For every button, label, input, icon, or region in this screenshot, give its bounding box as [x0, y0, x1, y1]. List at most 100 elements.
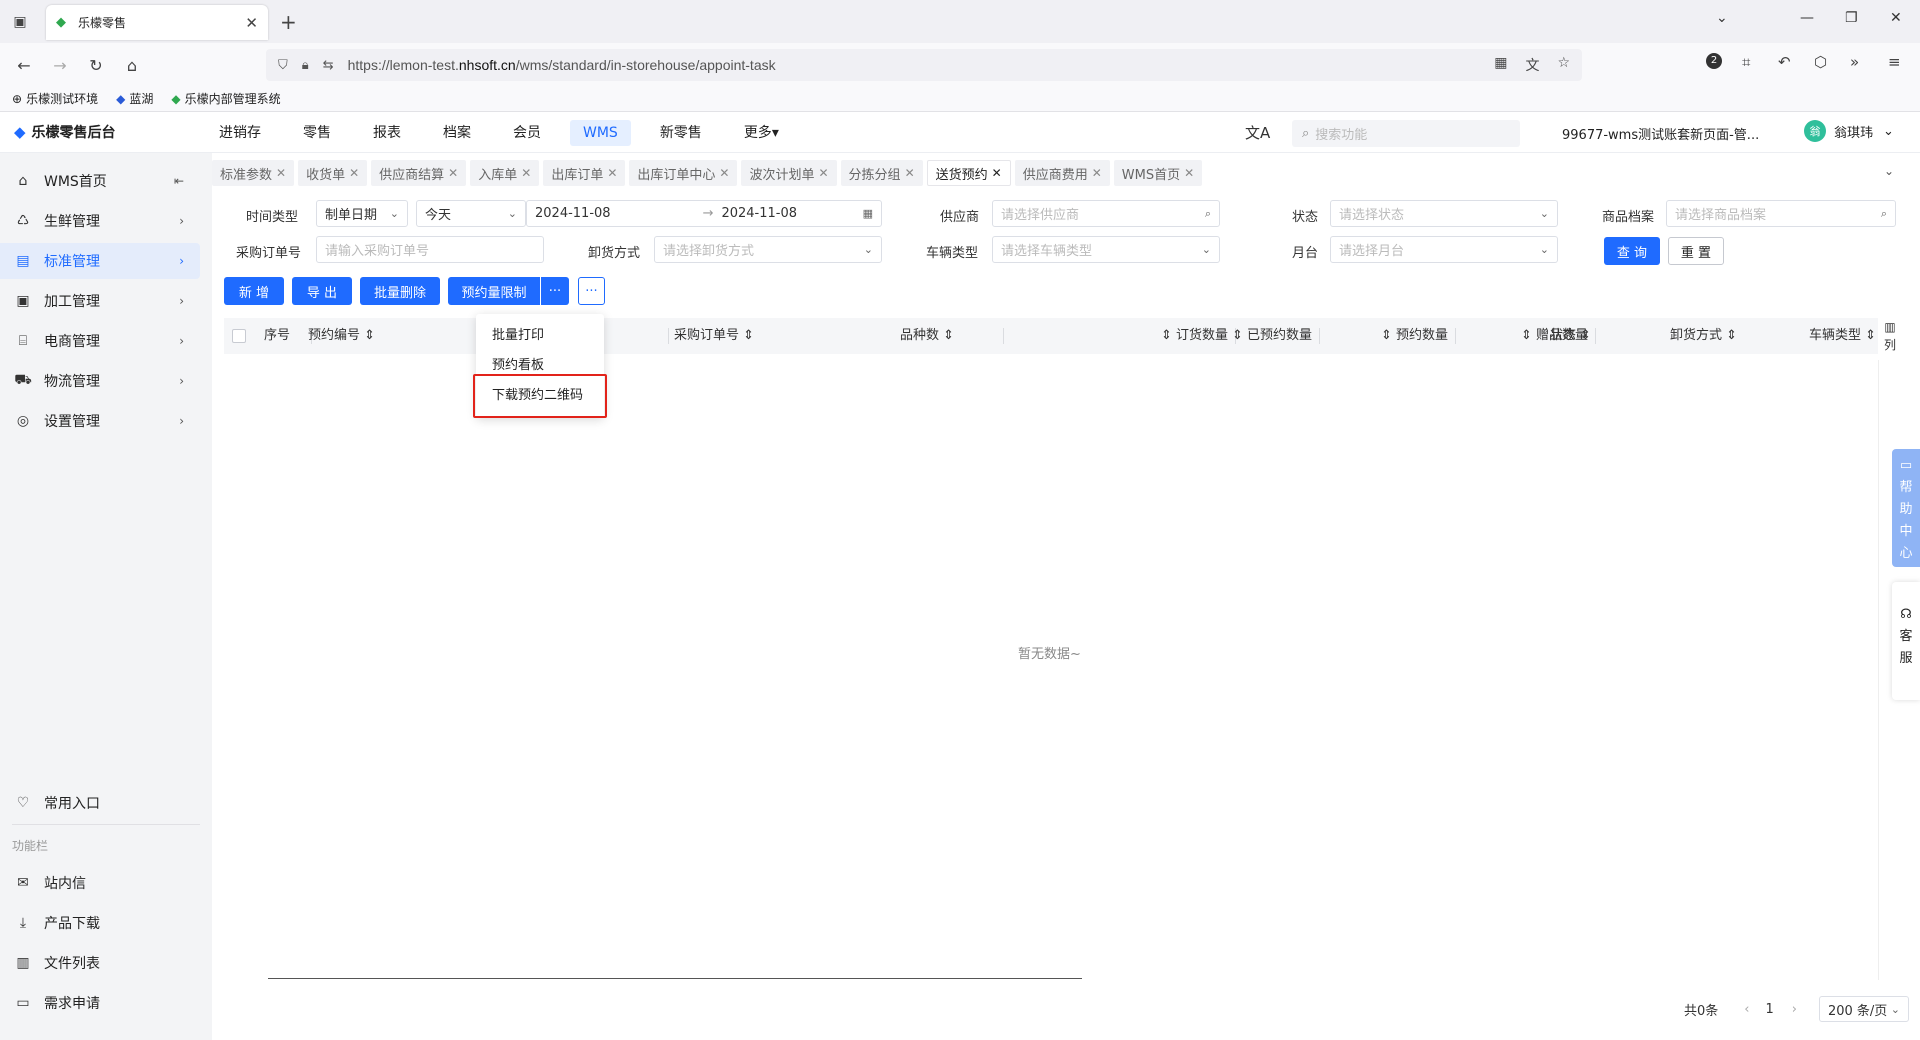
undo-icon[interactable]: ↶: [1778, 53, 1791, 71]
page-tab[interactable]: WMS首页 ✕: [1113, 160, 1203, 186]
url-bar[interactable]: ⛉ 🔒︎ ⇆ https://lemon-test.nhsoft.cn/wms/…: [266, 49, 1582, 81]
close-window-icon[interactable]: ✕: [1890, 10, 1902, 26]
page-number[interactable]: 1: [1765, 1002, 1773, 1017]
nav-item-more[interactable]: 更多▾: [731, 120, 792, 146]
browser-tab[interactable]: ◆ 乐檬零售 ✕: [46, 5, 268, 40]
col-booked-qty[interactable]: ⇕ 已预约数量: [1182, 318, 1320, 354]
query-button[interactable]: 查 询: [1604, 237, 1660, 265]
unload-select[interactable]: 请选择卸货方式 ⌄: [654, 236, 882, 263]
col-vehicle[interactable]: 车辆类型 ⇕: [1809, 318, 1889, 354]
nav-item-wms[interactable]: WMS: [570, 120, 631, 146]
menu-icon[interactable]: ≡: [1888, 53, 1901, 71]
nav-item[interactable]: 进销存: [206, 120, 274, 146]
home-button-icon[interactable]: ⌂: [120, 53, 144, 77]
close-icon[interactable]: ✕: [1092, 166, 1102, 180]
nav-item[interactable]: 档案: [430, 120, 484, 146]
sidebar-item-fresh[interactable]: ♺ 生鲜管理 ›: [0, 203, 200, 239]
menu-item-appoint-board[interactable]: 预约看板: [492, 354, 544, 373]
menu-item-batch-print[interactable]: 批量打印: [492, 324, 544, 343]
collapse-sidebar-icon[interactable]: ⇤: [174, 174, 184, 188]
close-icon[interactable]: ✕: [818, 166, 828, 180]
page-tab[interactable]: 入库单 ✕: [470, 160, 540, 186]
qr-code-icon[interactable]: ▦: [1494, 55, 1507, 75]
close-icon[interactable]: ✕: [719, 166, 729, 180]
translate-page-icon[interactable]: 文: [1525, 55, 1539, 75]
help-center-button[interactable]: ▭ 帮助中心: [1892, 449, 1920, 567]
page-tab[interactable]: 供应商费用 ✕: [1014, 160, 1110, 186]
page-tab[interactable]: 供应商结算 ✕: [371, 160, 467, 186]
sidebar-item-settings[interactable]: ◎ 设置管理 ›: [0, 403, 200, 439]
export-button[interactable]: 导 出: [292, 277, 352, 305]
column-settings-button[interactable]: ▥ 列: [1878, 318, 1902, 362]
back-icon[interactable]: ←: [12, 53, 36, 77]
sidebar-item-wms-home[interactable]: ⌂ WMS首页 ⇤: [0, 163, 200, 199]
date-range-select[interactable]: 今天 ⌄: [416, 200, 526, 227]
extensions-icon[interactable]: ⬡: [1814, 53, 1827, 71]
add-button[interactable]: 新 增: [224, 277, 284, 305]
sidebar-func-download[interactable]: ⤓ 产品下载: [0, 905, 200, 941]
close-icon[interactable]: ✕: [521, 166, 531, 180]
close-icon[interactable]: ✕: [349, 166, 359, 180]
sidebar-item-logistics[interactable]: ⛟ 物流管理 ›: [0, 363, 200, 399]
sidebar-item-ecommerce[interactable]: ⌸ 电商管理 ›: [0, 323, 200, 359]
more-actions-button[interactable]: ···: [578, 277, 605, 305]
sidebar-item-process[interactable]: ▣ 加工管理 ›: [0, 283, 200, 319]
page-size-select[interactable]: 200 条/页 ⌄: [1818, 996, 1909, 1022]
select-all-checkbox[interactable]: [232, 329, 246, 343]
horizontal-scrollbar[interactable]: [268, 978, 1082, 979]
time-type-select[interactable]: 制单日期 ⌄: [316, 200, 408, 227]
tab-list-icon[interactable]: ▣: [8, 10, 32, 34]
reset-button[interactable]: 重 置: [1668, 237, 1724, 265]
status-select[interactable]: 请选择状态 ⌄: [1330, 200, 1558, 227]
date-end[interactable]: 2024-11-08: [721, 206, 797, 221]
language-icon[interactable]: 文A: [1245, 122, 1270, 143]
po-input[interactable]: 请输入采购订单号: [316, 236, 544, 263]
prev-page-icon[interactable]: ‹: [1744, 1002, 1749, 1017]
page-tab[interactable]: 出库订单中心 ✕: [629, 160, 738, 186]
close-icon[interactable]: ✕: [992, 166, 1002, 180]
account-name[interactable]: 99677-wms测试账套新页面-管...: [1562, 124, 1759, 143]
appoint-limit-button[interactable]: 预约量限制: [448, 277, 540, 305]
reload-icon[interactable]: ↻: [84, 53, 108, 77]
nav-item[interactable]: 零售: [290, 120, 344, 146]
date-range-picker[interactable]: 2024-11-08 → 2024-11-08 ▦: [526, 200, 882, 227]
vehicle-select[interactable]: 请选择车辆类型 ⌄: [992, 236, 1220, 263]
page-tab[interactable]: 标准参数 ✕: [212, 160, 295, 186]
page-tab-active[interactable]: 送货预约 ✕: [926, 160, 1011, 186]
page-tab[interactable]: 波次计划单 ✕: [741, 160, 837, 186]
tabs-dropdown-icon[interactable]: ⌄: [1716, 10, 1728, 26]
nav-item[interactable]: 新零售: [647, 120, 715, 146]
app-logo[interactable]: ◆ 乐檬零售后台: [14, 122, 116, 142]
goods-input[interactable]: 请选择商品档案 ⌕: [1666, 200, 1896, 227]
restore-icon[interactable]: ❐: [1845, 10, 1858, 26]
col-unload[interactable]: 卸货方式 ⇕: [1670, 318, 1810, 354]
close-tab-icon[interactable]: ✕: [245, 14, 258, 32]
supplier-input[interactable]: 请选择供应商 ⌕: [992, 200, 1220, 227]
new-tab-icon[interactable]: +: [280, 10, 297, 34]
date-start[interactable]: 2024-11-08: [535, 206, 611, 221]
limit-more-button[interactable]: ···: [541, 277, 569, 305]
close-icon[interactable]: ✕: [276, 166, 286, 180]
col-sku-count[interactable]: 品种数 ⇕: [900, 318, 1040, 354]
sidebar-func-files[interactable]: ▥ 文件列表: [0, 945, 200, 981]
function-search-input[interactable]: ⌕ 搜索功能: [1292, 120, 1520, 147]
user-menu[interactable]: 翁 翁琪玮 ⌄: [1804, 120, 1894, 142]
page-tab[interactable]: 分拣分组 ✕: [840, 160, 923, 186]
sidebar-func-request[interactable]: ▭ 需求申请: [0, 985, 200, 1021]
sidebar-func-messages[interactable]: ✉ 站内信: [0, 865, 200, 901]
tabs-more-icon[interactable]: ⌄: [1884, 164, 1894, 178]
overflow-icon[interactable]: »: [1850, 53, 1859, 71]
forward-icon[interactable]: →: [48, 53, 72, 77]
col-appoint-qty[interactable]: ⇕ 预约数量: [1318, 318, 1456, 354]
nav-item[interactable]: 会员: [500, 120, 554, 146]
col-status[interactable]: 状态 ⇕: [1550, 318, 1650, 354]
close-icon[interactable]: ✕: [607, 166, 617, 180]
extension-badge-icon[interactable]: 2: [1706, 53, 1722, 69]
bookmark-star-icon[interactable]: ☆: [1557, 55, 1570, 75]
minimize-icon[interactable]: —: [1800, 10, 1814, 26]
bookmark-item[interactable]: ◆ 乐檬内部管理系统: [171, 90, 280, 107]
sidebar-favorites[interactable]: ♡ 常用入口: [0, 785, 200, 821]
batch-delete-button[interactable]: 批量删除: [360, 277, 440, 305]
page-tab[interactable]: 出库订单 ✕: [543, 160, 626, 186]
bookmark-item[interactable]: ◆ 蓝湖: [116, 90, 153, 107]
